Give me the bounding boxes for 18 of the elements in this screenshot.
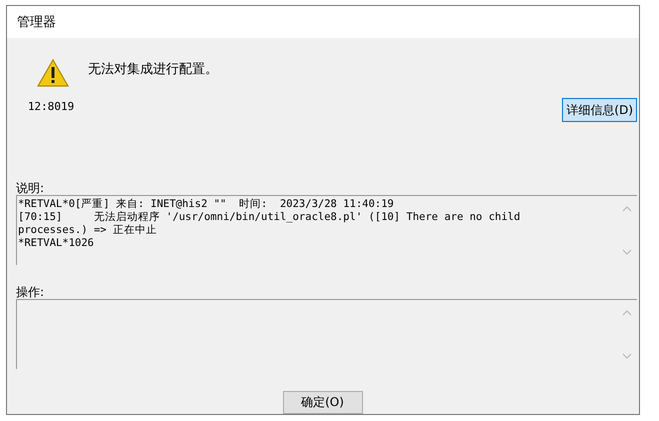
description-line: processes.) => 正在中止 bbox=[18, 224, 158, 237]
scroll-down-icon[interactable] bbox=[622, 353, 632, 359]
error-code: 12:8019 bbox=[28, 100, 74, 113]
scroll-up-icon[interactable] bbox=[622, 310, 632, 316]
details-button[interactable]: 详细信息(D) bbox=[562, 98, 637, 122]
description-line: [70:15] 无法启动程序 '/usr/omni/bin/util_oracle8.pl' ([10] There are no child bbox=[18, 211, 522, 224]
warning-icon bbox=[36, 58, 70, 88]
description-line: *RETVAL*0[严重] 来自: INET@his2 "" 时间: 2023/3/28 11:40:19 bbox=[18, 198, 395, 211]
scroll-up-icon[interactable] bbox=[622, 206, 632, 212]
action-box[interactable] bbox=[16, 299, 637, 369]
error-message: 无法对集成进行配置。 bbox=[88, 61, 219, 79]
description-box[interactable]: *RETVAL*0[严重] 来自: INET@his2 "" 时间: 2023/3/28 11:40:19 [70:15] 无法启动程序 '/usr/omni/bin/util_oracle8.pl' ([10] There are no child processes.) => 正在中止 *RETVAL*1026 bbox=[16, 195, 637, 265]
ok-button[interactable]: 确定(O) bbox=[282, 391, 362, 414]
description-label: 说明: bbox=[16, 180, 46, 195]
action-label: 操作: bbox=[16, 284, 46, 299]
description-line: *RETVAL*1026 bbox=[18, 237, 95, 250]
scroll-down-icon[interactable] bbox=[622, 249, 632, 255]
window-title: 管理器 bbox=[17, 14, 56, 31]
